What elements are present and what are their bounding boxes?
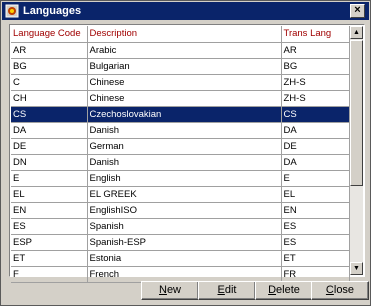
cell-description: Danish (87, 122, 282, 139)
cell-language-code: C (11, 74, 88, 91)
table-row[interactable]: ES Spanish ES (11, 218, 350, 235)
table-row[interactable]: E English E (11, 170, 350, 187)
window-title: Languages (23, 5, 82, 17)
scroll-down-icon[interactable]: ▼ (350, 262, 363, 275)
cell-trans-lang: BG (281, 58, 350, 75)
cell-description: Estonia (87, 250, 282, 267)
cell-language-code: BG (11, 58, 88, 75)
cell-trans-lang: AR (281, 42, 350, 59)
table-row[interactable]: DE German DE (11, 138, 350, 155)
cell-description: EnglishISO (87, 202, 282, 219)
languages-grid: Language Code Description Trans Lang AR A… (9, 24, 365, 283)
new-button-label: New (158, 284, 181, 296)
table-row[interactable]: ET Estonia ET (11, 250, 350, 267)
table-row[interactable]: BG Bulgarian BG (11, 58, 350, 75)
cell-trans-lang: ET (281, 250, 350, 267)
cell-trans-lang: DA (281, 122, 350, 139)
cell-language-code: EL (11, 186, 88, 203)
column-header-description[interactable]: Description (87, 26, 282, 43)
cell-language-code: ET (11, 250, 88, 267)
cell-trans-lang: FR (281, 266, 350, 283)
table-row[interactable]: ESP Spanish-ESP ES (11, 234, 350, 251)
cell-trans-lang: EN (281, 202, 350, 219)
cell-language-code: E (11, 170, 88, 187)
cell-description: Chinese (87, 74, 282, 91)
cell-language-code: DA (11, 122, 88, 139)
cell-description: EL GREEK (87, 186, 282, 203)
cell-language-code: CH (11, 90, 88, 107)
scroll-up-icon[interactable]: ▲ (350, 26, 363, 39)
close-button[interactable]: Close (311, 281, 369, 300)
grid-body: AR Arabic AR BG Bulgarian BG C Chinese ZH-S CH Chi… (11, 42, 350, 283)
header-row: Language Code Description Trans Lang (11, 26, 350, 43)
cell-trans-lang: E (281, 170, 350, 187)
cell-description: English (87, 170, 282, 187)
app-icon (5, 4, 19, 18)
cell-language-code: ES (11, 218, 88, 235)
column-header-trans-lang[interactable]: Trans Lang (281, 26, 350, 43)
close-icon[interactable]: × (350, 4, 365, 18)
cell-trans-lang: ZH-S (281, 74, 350, 91)
cell-language-code: CS (11, 106, 88, 123)
table-row[interactable]: DA Danish DA (11, 122, 350, 139)
languages-dialog: Languages × Language Code Description Tr… (0, 0, 371, 306)
table-row[interactable]: AR Arabic AR (11, 42, 350, 59)
cell-description: Czechoslovakian (87, 106, 282, 123)
cell-language-code: EN (11, 202, 88, 219)
table-row[interactable]: F French FR (11, 266, 350, 283)
delete-button-label: Delete (268, 284, 300, 296)
cell-trans-lang: CS (281, 106, 350, 123)
cell-description: Chinese (87, 90, 282, 107)
scroll-thumb[interactable] (350, 40, 363, 186)
cell-language-code: ESP (11, 234, 88, 251)
table-row[interactable]: C Chinese ZH-S (11, 74, 350, 91)
cell-trans-lang: DA (281, 154, 350, 171)
table-row[interactable]: CS Czechoslovakian CS (11, 106, 350, 123)
cell-language-code: F (11, 266, 88, 283)
cell-description: Bulgarian (87, 58, 282, 75)
new-button[interactable]: New (141, 281, 199, 300)
cell-language-code: DN (11, 154, 88, 171)
cell-trans-lang: ES (281, 218, 350, 235)
cell-language-code: AR (11, 42, 88, 59)
cell-trans-lang: EL (281, 186, 350, 203)
cell-description: Spanish-ESP (87, 234, 282, 251)
edit-button-label: Edit (217, 284, 237, 296)
languages-table: Language Code Description Trans Lang AR A… (11, 26, 350, 283)
cell-description: French (87, 266, 282, 283)
edit-button[interactable]: Edit (198, 281, 256, 300)
table-row[interactable]: EN EnglishISO EN (11, 202, 350, 219)
column-header-language-code[interactable]: Language Code (11, 26, 88, 43)
cell-trans-lang: DE (281, 138, 350, 155)
title-bar[interactable]: Languages × (2, 2, 369, 20)
close-button-label: Close (325, 284, 355, 296)
cell-description: Arabic (87, 42, 282, 59)
cell-description: Danish (87, 154, 282, 171)
table-row[interactable]: CH Chinese ZH-S (11, 90, 350, 107)
cell-description: Spanish (87, 218, 282, 235)
cell-trans-lang: ZH-S (281, 90, 350, 107)
cell-trans-lang: ES (281, 234, 350, 251)
table-row[interactable]: EL EL GREEK EL (11, 186, 350, 203)
delete-button[interactable]: Delete (255, 281, 313, 300)
table-row[interactable]: DN Danish DA (11, 154, 350, 171)
vertical-scrollbar[interactable]: ▲ ▼ (350, 26, 363, 275)
cell-language-code: DE (11, 138, 88, 155)
cell-description: German (87, 138, 282, 155)
